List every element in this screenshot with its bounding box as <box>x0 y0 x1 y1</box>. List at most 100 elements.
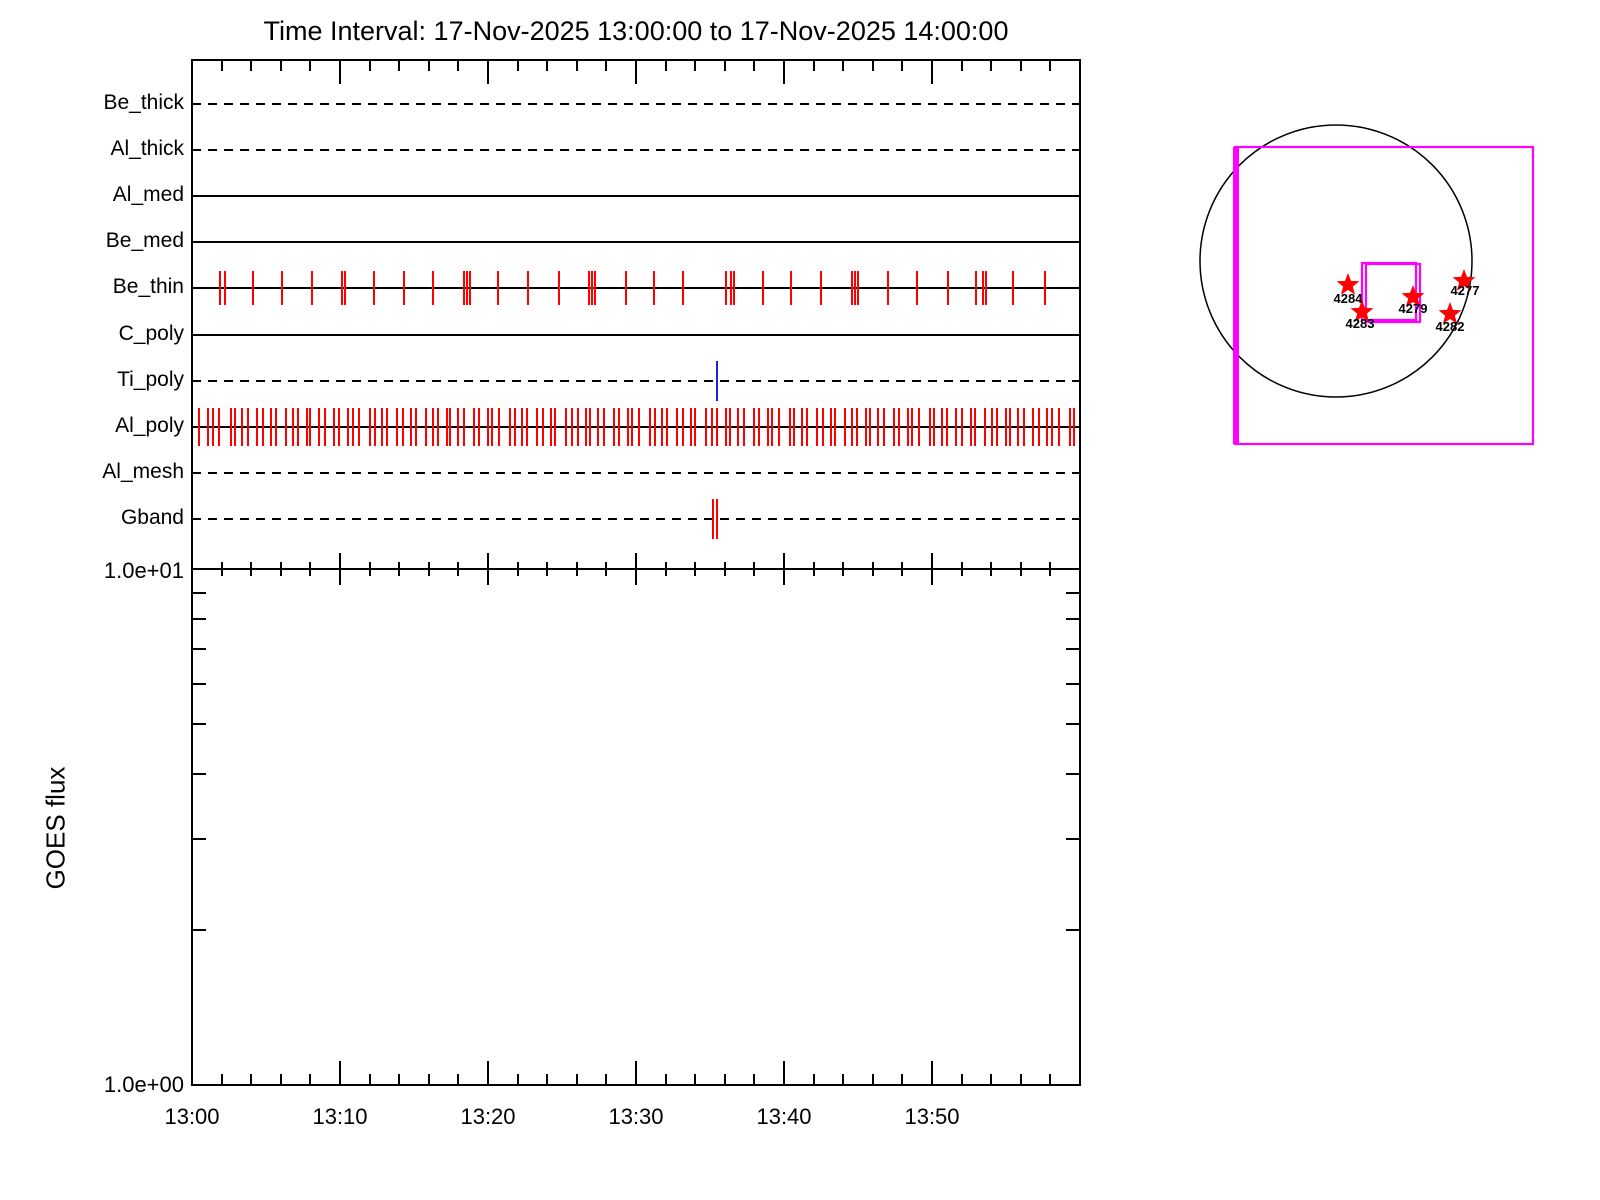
filter-activity-tick <box>652 271 655 306</box>
filter-activity-tick <box>487 407 489 446</box>
filter-activity-tick <box>716 498 719 539</box>
row-label-al_mesh: Al_mesh <box>102 459 184 483</box>
filter-activity-tick <box>603 407 606 446</box>
axis-tick-mid <box>960 562 963 576</box>
filter-activity-tick <box>410 407 412 446</box>
filter-activity-tick <box>829 407 832 446</box>
filter-activity-tick <box>793 407 796 446</box>
filter-activity-tick <box>631 407 634 446</box>
solar-limb-circle <box>1199 124 1473 398</box>
axis-tick-top <box>487 60 489 84</box>
filter-activity-tick <box>868 407 871 446</box>
axis-tick-bottom <box>427 1074 430 1085</box>
filter-activity-tick <box>554 407 557 446</box>
filter-activity-tick <box>996 407 999 446</box>
axis-tick-mid <box>723 562 726 576</box>
filter-activity-tick <box>732 271 735 306</box>
filter-activity-tick <box>207 407 210 446</box>
filter-activity-tick <box>469 271 472 306</box>
filter-activity-tick <box>982 271 985 306</box>
axis-tick-top <box>842 60 845 71</box>
filter-activity-tick <box>381 407 384 446</box>
y-tick-label-top: 1.0e+01 <box>103 558 184 583</box>
filter-activity-tick <box>940 407 943 446</box>
axis-tick-bottom <box>664 1074 667 1085</box>
axis-tick-top <box>546 60 549 71</box>
filter-activity-tick <box>549 407 552 446</box>
filter-activity-tick <box>928 407 931 446</box>
filter-activity-tick <box>743 407 745 446</box>
filter-activity-tick <box>296 407 299 446</box>
filter-activity-tick <box>576 407 579 446</box>
log-minor-tick-left <box>192 682 206 685</box>
axis-tick-mid <box>250 562 253 576</box>
filter-activity-tick <box>218 407 221 446</box>
x-tick-label: 13:20 <box>460 1104 516 1129</box>
filter-activity-tick <box>762 271 765 306</box>
filter-activity-tick <box>323 407 326 446</box>
filter-activity-tick <box>737 407 740 446</box>
axis-tick-mid <box>309 562 312 576</box>
axis-tick-bottom <box>694 1074 697 1085</box>
filter-activity-tick <box>716 407 719 446</box>
filter-activity-tick <box>757 407 760 446</box>
filter-activity-tick <box>851 271 854 306</box>
filter-activity-tick <box>541 407 544 446</box>
filter-activity-tick <box>1022 407 1025 446</box>
axis-tick-bottom <box>635 1061 637 1085</box>
filter-activity-tick <box>340 271 343 306</box>
row-label-c_poly: C_poly <box>118 321 184 345</box>
axis-tick-top <box>783 60 785 84</box>
log-minor-tick-right <box>1066 773 1080 776</box>
filter-activity-tick <box>985 271 987 306</box>
axis-tick-mid <box>516 562 519 576</box>
axis-tick-top <box>1049 60 1052 71</box>
axis-tick-mid <box>1019 562 1022 576</box>
row-line-gband <box>192 517 1080 520</box>
axis-tick-top <box>723 60 726 71</box>
filter-activity-tick <box>262 407 264 446</box>
axis-tick-bottom <box>220 1074 223 1085</box>
filter-activity-tick <box>527 271 529 306</box>
filter-activity-tick <box>233 407 236 446</box>
filter-activity-tick <box>1016 407 1019 446</box>
log-minor-tick-right <box>1066 618 1080 620</box>
filter-activity-tick <box>291 407 294 446</box>
filter-activity-tick <box>585 407 588 446</box>
filter-activity-tick <box>558 271 560 306</box>
filter-activity-tick <box>402 271 405 306</box>
x-tick-label: 13:40 <box>756 1104 812 1129</box>
axis-tick-bottom <box>546 1074 549 1085</box>
filter-activity-tick <box>729 271 732 306</box>
filter-activity-tick <box>800 407 803 446</box>
axis-tick-top <box>279 60 282 71</box>
axis-tick-top <box>960 60 963 71</box>
filter-activity-tick <box>309 407 312 446</box>
row-line-ti_poly <box>192 379 1080 382</box>
axis-tick-mid <box>871 562 874 576</box>
filter-activity-tick <box>211 407 214 446</box>
filter-activity-tick <box>498 407 501 446</box>
filter-activity-tick <box>246 407 249 446</box>
axis-tick-mid <box>220 562 223 576</box>
filter-activity-tick <box>882 407 885 446</box>
filter-activity-tick <box>618 407 620 446</box>
axis-tick-bottom <box>931 1061 933 1085</box>
filter-activity-tick <box>591 271 594 306</box>
axis-tick-bottom <box>1019 1074 1022 1085</box>
axis-tick-top <box>1019 60 1022 71</box>
filter-activity-tick <box>251 271 254 306</box>
filter-activity-tick <box>445 407 448 446</box>
filter-activity-tick <box>1005 407 1007 446</box>
filter-activity-tick <box>689 407 692 446</box>
axis-tick-bottom <box>1049 1074 1052 1085</box>
axis-tick-bottom <box>368 1074 371 1085</box>
row-line-al_med <box>192 195 1080 198</box>
filter-activity-tick <box>1050 407 1053 446</box>
filter-activity-tick <box>1037 407 1040 446</box>
filter-activity-tick <box>649 407 652 446</box>
row-line-c_poly <box>192 333 1080 336</box>
filter-activity-tick <box>219 271 222 306</box>
axis-tick-top <box>250 60 253 71</box>
filter-activity-tick <box>401 407 404 446</box>
